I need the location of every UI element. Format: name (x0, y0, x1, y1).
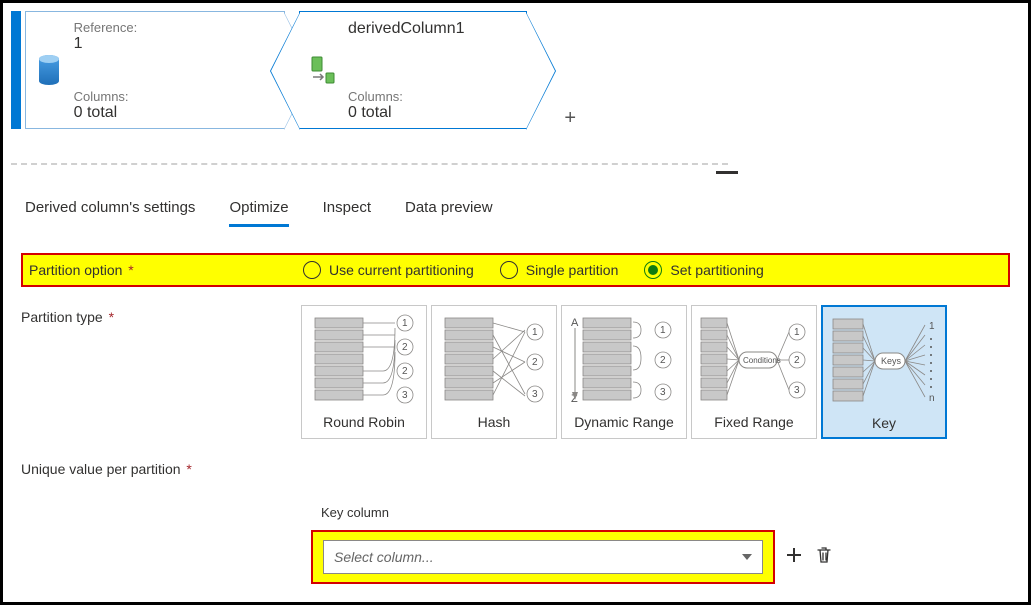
fixed-range-icon: Conditions 1 2 3 (699, 312, 809, 408)
partition-type-tiles: 1 2 2 3 Round Robin (301, 305, 947, 439)
partition-type-label: Partition type (21, 309, 103, 325)
tile-key-label: Key (827, 415, 941, 431)
svg-text:1: 1 (660, 325, 666, 336)
partition-type-row: Partition type * (21, 305, 1010, 439)
radio-single-label: Single partition (526, 262, 619, 278)
radio-use-current[interactable]: Use current partitioning (303, 261, 474, 279)
svg-text:3: 3 (402, 390, 408, 401)
panel-grip[interactable] (716, 171, 738, 174)
required-marker: * (105, 309, 114, 325)
svg-text:2: 2 (402, 366, 408, 377)
key-icon: Keys 1 n (829, 313, 939, 409)
tile-round-robin-label: Round Robin (306, 414, 422, 430)
required-marker: * (183, 461, 192, 477)
svg-text:2: 2 (794, 355, 800, 366)
radio-single[interactable]: Single partition (500, 261, 619, 279)
tile-hash[interactable]: 1 2 3 Hash (431, 305, 557, 439)
delete-key-column-button[interactable] (813, 546, 835, 569)
database-icon (26, 12, 72, 128)
svg-text:Conditions: Conditions (743, 356, 781, 365)
derived-cols-value: 0 total (348, 104, 520, 122)
canvas-divider (11, 163, 728, 165)
radio-dot-icon (500, 261, 518, 279)
svg-text:3: 3 (794, 385, 800, 396)
unique-value-row: Unique value per partition * (21, 457, 1010, 477)
tab-inspect[interactable]: Inspect (323, 195, 371, 227)
svg-text:3: 3 (660, 387, 666, 398)
svg-text:Keys: Keys (881, 356, 902, 366)
key-column-select[interactable]: Select column... (323, 540, 763, 574)
svg-text:1: 1 (402, 318, 408, 329)
tile-fixed-range[interactable]: Conditions 1 2 3 Fixed Range (691, 305, 817, 439)
svg-text:1: 1 (794, 327, 800, 338)
unique-value-label: Unique value per partition (21, 461, 181, 477)
tile-hash-label: Hash (436, 414, 552, 430)
tile-fixed-label: Fixed Range (696, 414, 812, 430)
source-ref-value: 1 (74, 35, 278, 53)
radio-dot-icon (303, 261, 321, 279)
tile-dynamic-range[interactable]: A Z (561, 305, 687, 439)
svg-text:2: 2 (402, 342, 408, 353)
tab-settings[interactable]: Derived column's settings (25, 195, 195, 227)
source-cols-label: Columns: (74, 89, 278, 104)
chevron-down-icon (742, 554, 752, 560)
source-cols-value: 0 total (74, 104, 278, 122)
tab-preview[interactable]: Data preview (405, 195, 493, 227)
svg-text:A: A (571, 317, 579, 329)
trash-icon (816, 546, 832, 564)
svg-text:2: 2 (532, 357, 538, 368)
tile-key[interactable]: Keys 1 n Key (821, 305, 947, 439)
derived-cols-label: Columns: (348, 89, 520, 104)
add-after-derived[interactable]: + (564, 107, 576, 130)
add-key-column-button[interactable] (783, 547, 805, 568)
radio-use-current-label: Use current partitioning (329, 262, 474, 278)
derived-column-node[interactable]: derivedColumn1 Columns: 0 total + (299, 11, 527, 129)
round-robin-icon: 1 2 2 3 (309, 312, 419, 408)
derived-column-icon (300, 12, 346, 128)
radio-set-label: Set partitioning (670, 262, 763, 278)
svg-text:3: 3 (532, 389, 538, 400)
key-column-label: Key column (321, 505, 1010, 520)
required-marker: * (124, 262, 133, 278)
plus-icon (786, 547, 802, 563)
dynamic-range-icon: A Z (569, 312, 679, 408)
flow-canvas: Reference: 1 Columns: 0 total + (3, 3, 1028, 155)
tile-dynamic-label: Dynamic Range (566, 414, 682, 430)
hash-icon: 1 2 3 (439, 312, 549, 408)
partition-option-group: Use current partitioning Single partitio… (303, 261, 764, 279)
source-ref-label: Reference: (74, 20, 278, 35)
radio-set[interactable]: Set partitioning (644, 261, 763, 279)
source-handle (11, 11, 21, 129)
tile-round-robin[interactable]: 1 2 2 3 Round Robin (301, 305, 427, 439)
source-node[interactable]: Reference: 1 Columns: 0 total + (11, 11, 285, 129)
tab-strip: Derived column's settings Optimize Inspe… (25, 195, 1006, 227)
derived-title: derivedColumn1 (348, 20, 520, 38)
svg-text:1: 1 (929, 321, 935, 332)
radio-dot-icon (644, 261, 662, 279)
svg-text:2: 2 (660, 355, 666, 366)
svg-text:n: n (929, 393, 935, 404)
partition-option-row: Partition option * Use current partition… (21, 253, 1010, 287)
tab-optimize[interactable]: Optimize (229, 195, 288, 227)
key-column-highlight: Select column... (311, 530, 775, 584)
key-column-placeholder: Select column... (334, 549, 434, 565)
partition-option-label: Partition option (29, 262, 122, 278)
svg-text:1: 1 (532, 327, 538, 338)
